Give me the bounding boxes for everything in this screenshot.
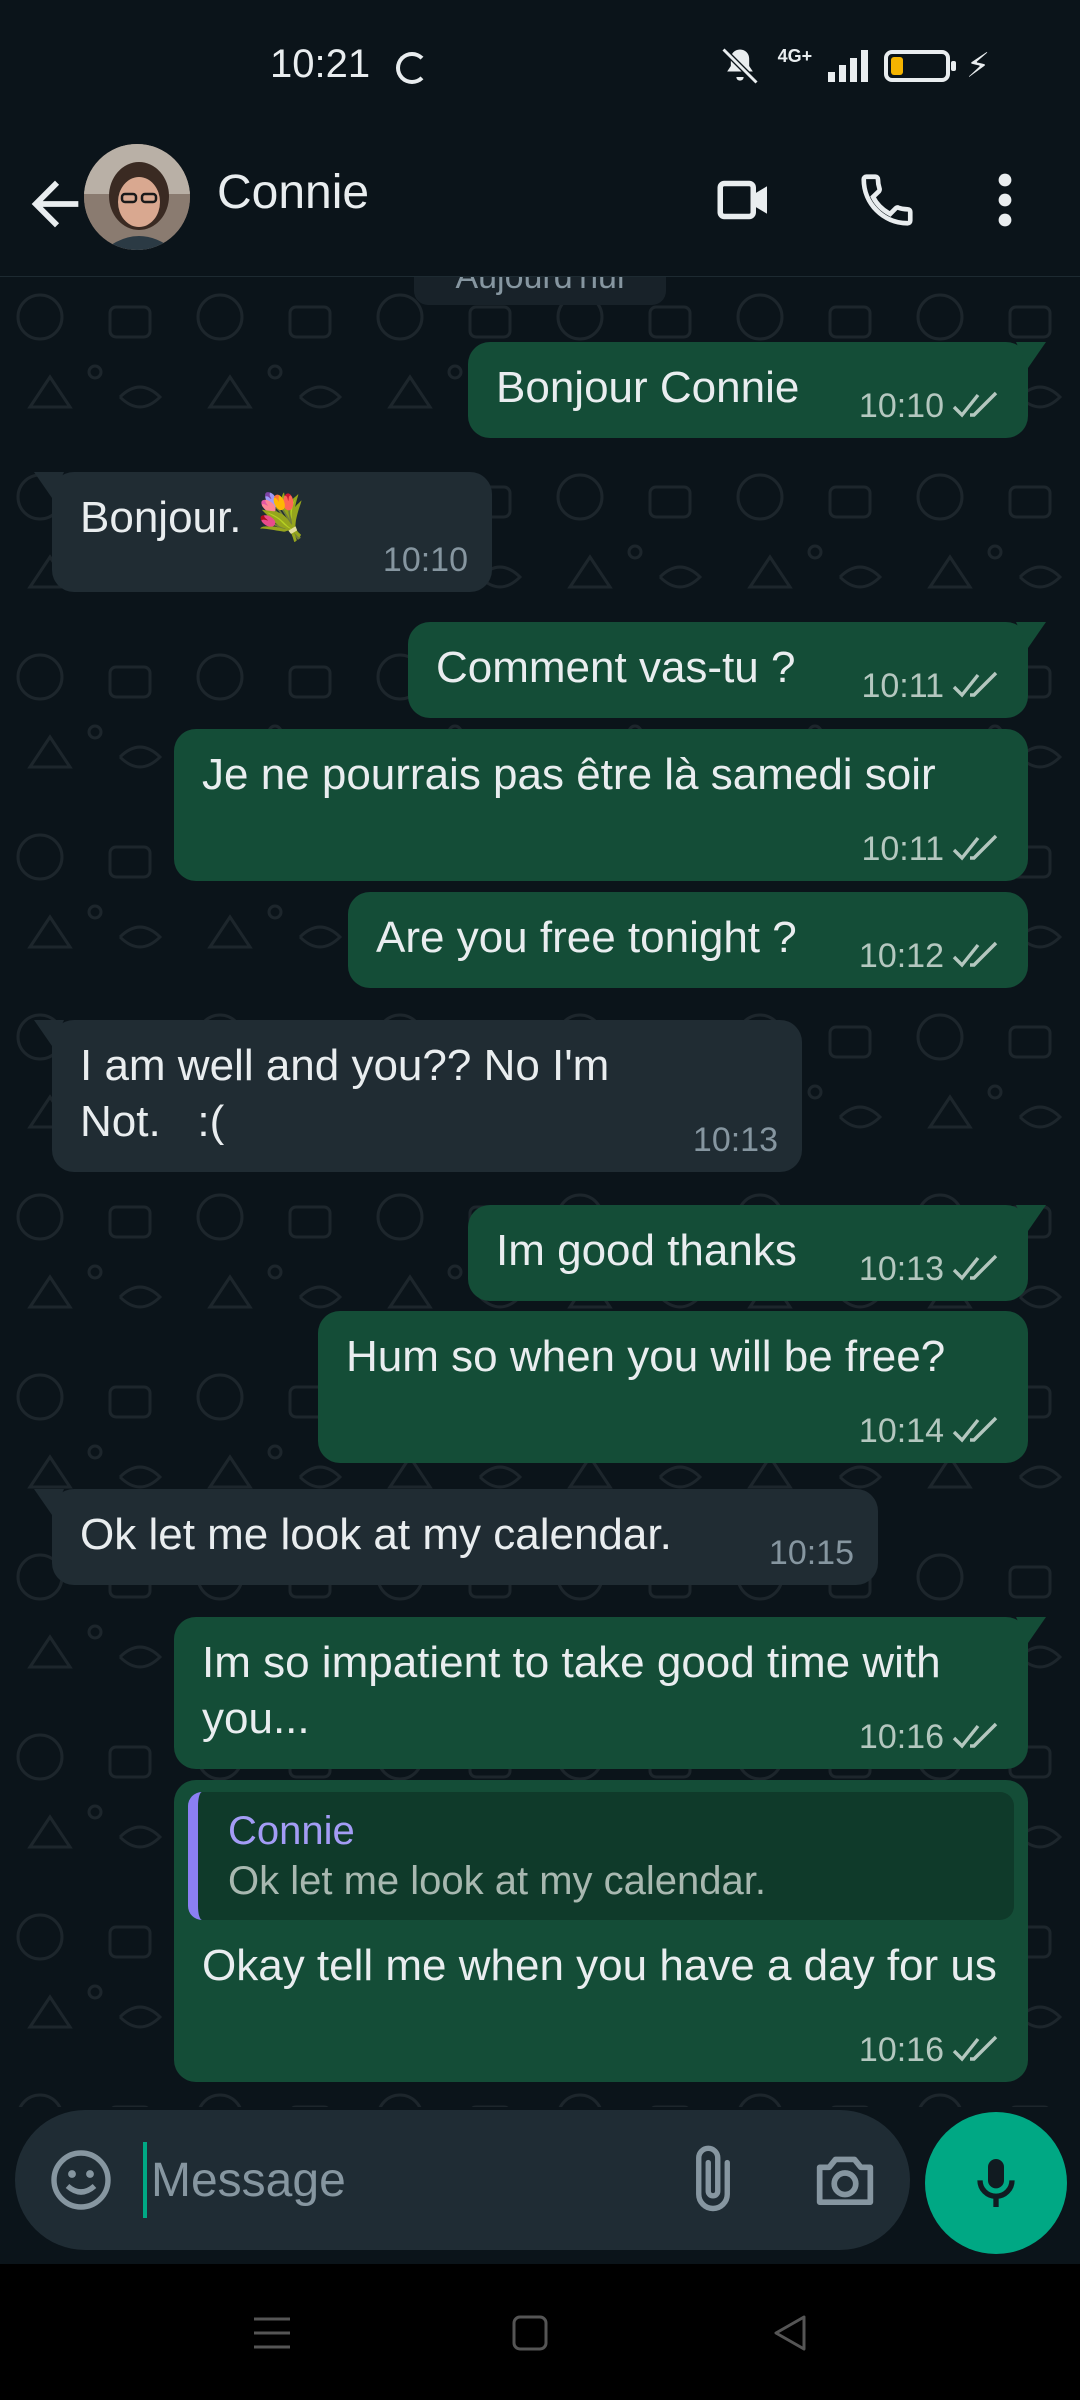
message-time: 10:10 bbox=[382, 541, 468, 579]
sync-icon bbox=[396, 52, 428, 84]
contact-name[interactable]: Connie bbox=[217, 165, 369, 220]
charging-icon: ⚡ bbox=[966, 47, 990, 85]
read-receipt-icon bbox=[952, 941, 998, 968]
read-receipt-icon bbox=[952, 671, 998, 698]
network-type: 4G+ bbox=[777, 45, 813, 66]
message-time: 10:13 bbox=[858, 1250, 944, 1288]
avatar-image bbox=[84, 144, 190, 250]
read-receipt-icon bbox=[952, 391, 998, 418]
back-arrow-icon bbox=[31, 180, 79, 228]
battery-icon bbox=[884, 50, 957, 82]
message-incoming[interactable]: Ok let me look at my calendar. 10:15 bbox=[34, 1489, 878, 1585]
message-meta: 10:11 bbox=[861, 666, 1004, 706]
avatar[interactable] bbox=[84, 144, 190, 250]
message-time: 10:12 bbox=[858, 937, 944, 975]
message-time: 10:11 bbox=[861, 830, 944, 868]
message-outgoing[interactable]: Are you free tonight ? 10:12 bbox=[348, 892, 1028, 988]
message-text: Im so impatient to take good time with y… bbox=[202, 1638, 941, 1743]
home-square-icon bbox=[512, 2315, 548, 2351]
message-list[interactable]: Aujourd'hui Bonjour Connie 10:10 Bonjour… bbox=[0, 277, 1080, 2107]
quoted-text: Ok let me look at my calendar. bbox=[228, 1859, 767, 1903]
message-incoming[interactable]: I am well and you?? No I'm Not. :( 10:13 bbox=[34, 1020, 802, 1172]
message-meta: 10:13 bbox=[693, 1120, 778, 1160]
video-call-button[interactable] bbox=[710, 165, 780, 235]
message-meta: 10:10 bbox=[859, 386, 1004, 426]
signal-icon bbox=[828, 50, 869, 82]
camera-icon bbox=[816, 2156, 874, 2206]
emoji-button[interactable] bbox=[45, 2144, 117, 2216]
message-text: Are you free tonight ? bbox=[376, 913, 797, 962]
back-triangle-icon bbox=[774, 2315, 806, 2351]
message-time: 10:11 bbox=[861, 667, 944, 705]
message-meta: 10:10 bbox=[383, 540, 468, 580]
mute-bell-icon bbox=[721, 47, 759, 85]
paperclip-icon bbox=[696, 2145, 730, 2212]
message-text: Je ne pourrais pas être là samedi soir bbox=[202, 750, 936, 799]
message-time: 10:16 bbox=[858, 1718, 944, 1756]
status-indicators: 4G+ ⚡ bbox=[718, 44, 990, 88]
chat-header: Connie bbox=[0, 135, 1080, 277]
video-camera-icon bbox=[717, 180, 767, 220]
message-text: Ok let me look at my calendar. bbox=[80, 1510, 672, 1559]
message-input[interactable] bbox=[143, 2142, 663, 2218]
read-receipt-icon bbox=[952, 1254, 998, 1281]
message-text: Comment vas-tu ? bbox=[436, 643, 796, 692]
system-nav-bar bbox=[0, 2264, 1080, 2400]
back-button[interactable] bbox=[20, 169, 90, 239]
emoji-icon bbox=[51, 2150, 111, 2210]
message-time: 10:13 bbox=[692, 1121, 778, 1159]
message-time: 10:15 bbox=[768, 1534, 854, 1572]
message-text: Bonjour. 💐 bbox=[80, 493, 309, 542]
message-outgoing[interactable]: Hum so when you will be free? 10:14 bbox=[318, 1311, 1028, 1463]
message-outgoing[interactable]: Im good thanks 10:13 bbox=[468, 1205, 1046, 1301]
message-outgoing[interactable]: Bonjour Connie 10:10 bbox=[468, 342, 1046, 438]
microphone-icon bbox=[977, 2159, 1015, 2207]
message-meta: 10:12 bbox=[859, 936, 1004, 976]
read-receipt-icon bbox=[952, 2035, 998, 2062]
message-outgoing[interactable]: Je ne pourrais pas être là samedi soir 1… bbox=[174, 729, 1028, 881]
quoted-author: Connie bbox=[228, 1809, 355, 1853]
message-text: Okay tell me when you have a day for us bbox=[202, 1941, 997, 1990]
quoted-message[interactable]: Connie Ok let me look at my calendar. bbox=[188, 1792, 1014, 1920]
phone-icon bbox=[861, 174, 913, 226]
message-meta: 10:15 bbox=[769, 1533, 854, 1573]
message-time: 10:14 bbox=[858, 1412, 944, 1450]
attach-button[interactable] bbox=[675, 2142, 751, 2218]
message-incoming[interactable]: Bonjour. 💐 10:10 bbox=[34, 472, 492, 592]
message-meta: 10:16 bbox=[859, 2030, 1004, 2070]
message-outgoing-reply[interactable]: Connie Ok let me look at my calendar. Ok… bbox=[174, 1780, 1028, 2082]
message-meta: 10:14 bbox=[859, 1411, 1004, 1451]
message-text: Bonjour Connie bbox=[496, 363, 800, 412]
menu-lines-icon bbox=[254, 2317, 290, 2349]
voice-message-button[interactable] bbox=[925, 2112, 1067, 2254]
message-time: 10:16 bbox=[858, 2031, 944, 2069]
message-text: I am well and you?? No I'm Not. :( bbox=[80, 1041, 622, 1146]
message-text: Im good thanks bbox=[496, 1226, 797, 1275]
date-chip: Aujourd'hui bbox=[414, 277, 666, 305]
message-meta: 10:13 bbox=[859, 1249, 1004, 1289]
more-vertical-icon bbox=[998, 173, 1012, 227]
camera-button[interactable] bbox=[805, 2142, 885, 2218]
voice-call-button[interactable] bbox=[852, 165, 922, 235]
message-outgoing[interactable]: Comment vas-tu ? 10:11 bbox=[408, 622, 1046, 718]
read-receipt-icon bbox=[952, 834, 998, 861]
message-outgoing[interactable]: Im so impatient to take good time with y… bbox=[174, 1617, 1046, 1769]
message-meta: 10:11 bbox=[861, 829, 1004, 869]
more-options-button[interactable] bbox=[980, 165, 1030, 235]
recents-button[interactable] bbox=[242, 2308, 302, 2358]
home-button[interactable] bbox=[500, 2308, 560, 2358]
status-bar: 10:21 4G+ ⚡ bbox=[0, 0, 1080, 135]
read-receipt-icon bbox=[952, 1722, 998, 1749]
nav-back-button[interactable] bbox=[760, 2308, 820, 2358]
message-meta: 10:16 bbox=[859, 1717, 1004, 1757]
status-time: 10:21 bbox=[270, 42, 371, 86]
read-receipt-icon bbox=[952, 1416, 998, 1443]
message-text: Hum so when you will be free? bbox=[346, 1332, 946, 1381]
composer-bar bbox=[15, 2110, 910, 2250]
message-time: 10:10 bbox=[858, 387, 944, 425]
